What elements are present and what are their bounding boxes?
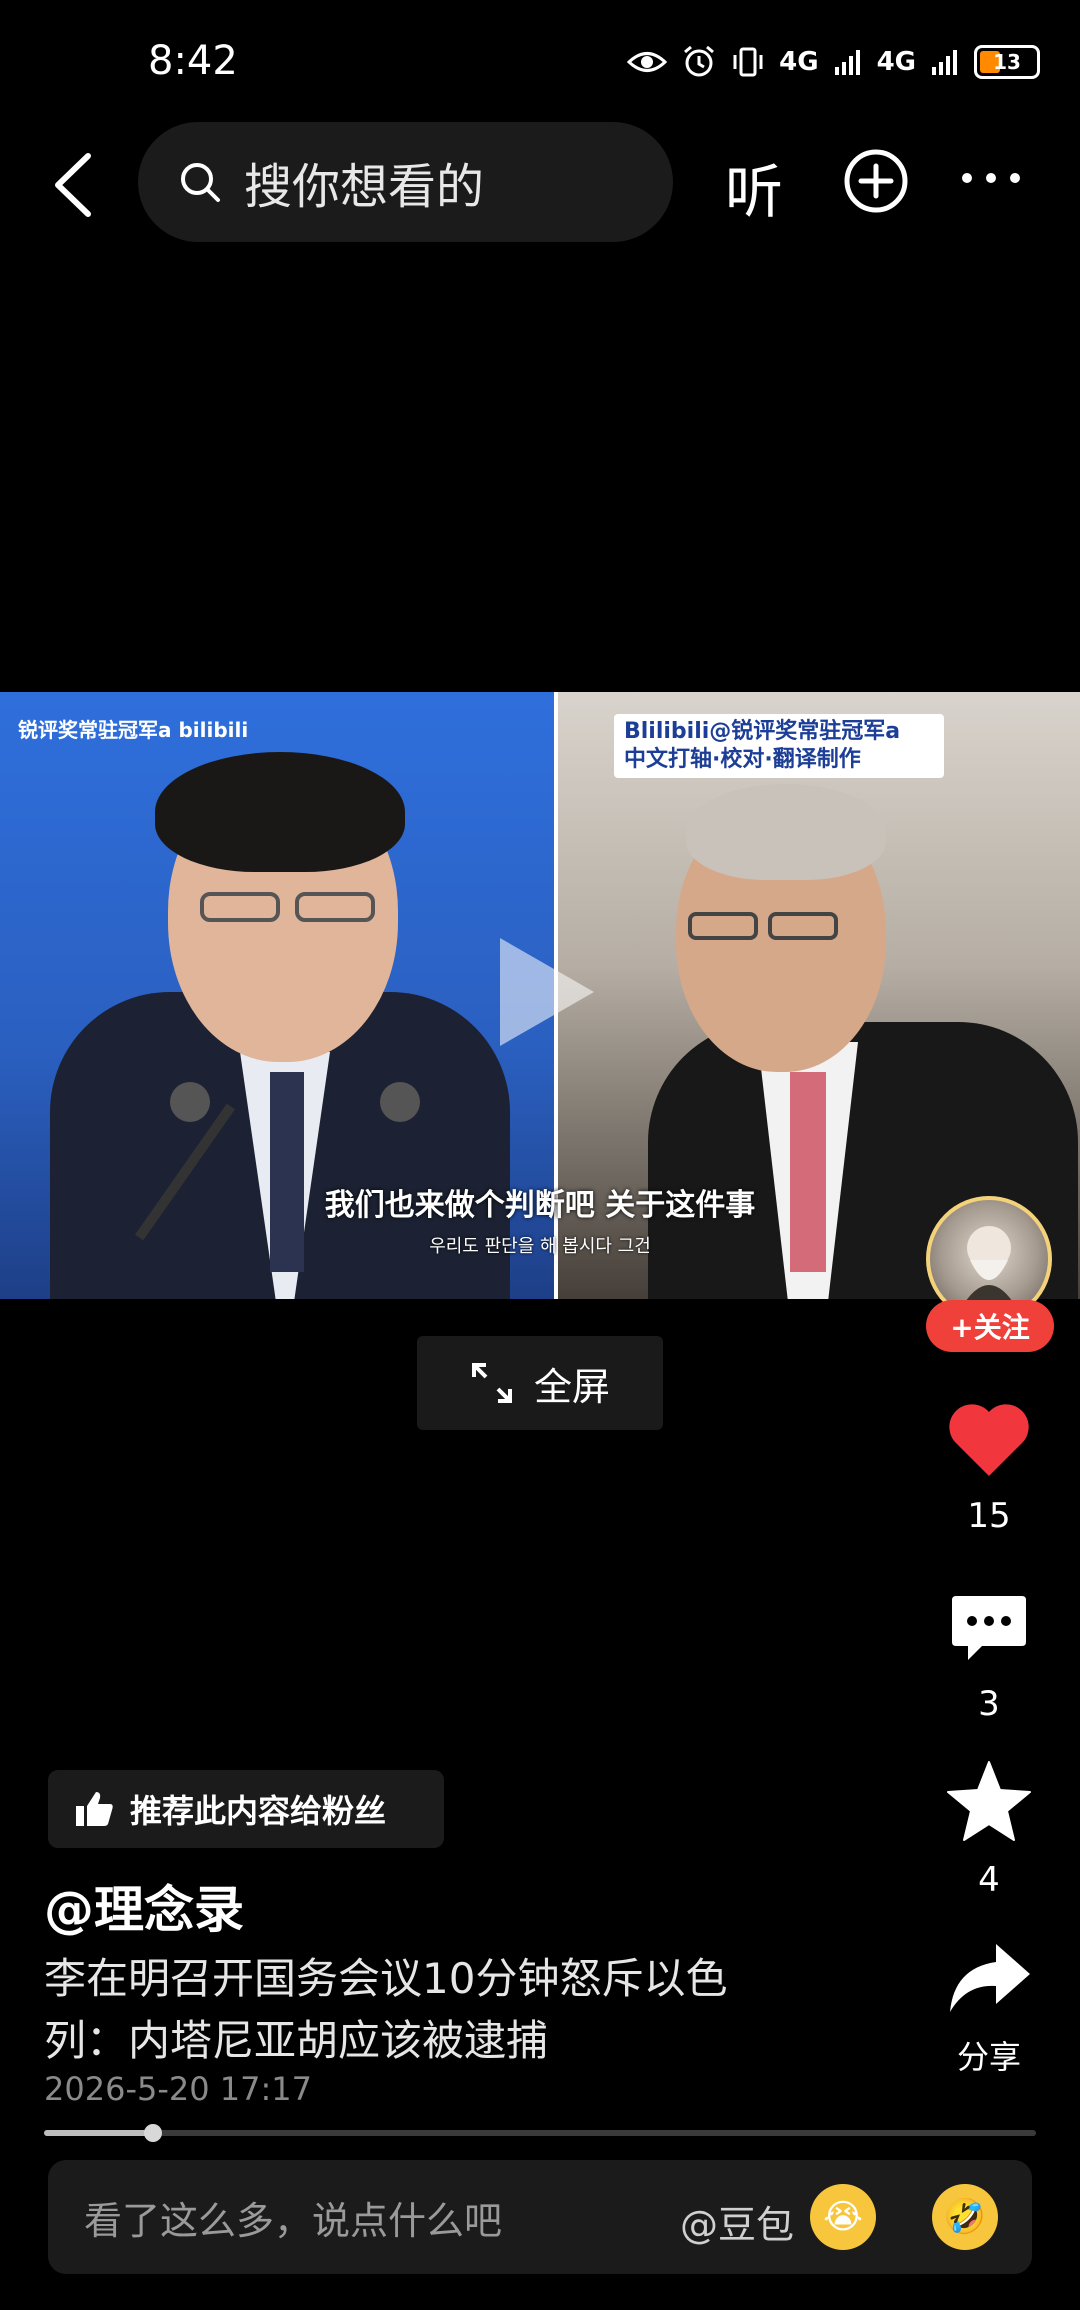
vibrate-icon [733,47,763,77]
share-label: 分享 [956,2038,1021,2076]
share-action[interactable]: 分享 [936,1940,1042,2078]
comment-action[interactable]: 3 [936,1590,1042,1724]
laughing-emoji-icon[interactable]: 🤣 [932,2184,998,2250]
expand-icon [471,1363,512,1403]
play-icon[interactable] [490,932,600,1052]
heart-icon [949,1404,1029,1476]
status-icons: 4G 4G 13 [627,38,1040,86]
video-player[interactable]: 锐评奖常驻冠军a bilibili Blilibili@锐评奖常驻冠军a 中文打… [0,692,1080,1299]
search-bar[interactable]: 搜你想看的 [138,122,673,242]
share-arrow-icon [950,1944,1030,2012]
more-options-icon[interactable] [962,173,1020,183]
watermark-right-line2: 中文打轴·校对·翻译制作 [624,747,861,772]
video-watermark-right: Blilibili@锐评奖常驻冠军a 中文打轴·校对·翻译制作 [614,714,944,778]
crying-emoji-icon[interactable]: 😭 [810,2184,876,2250]
battery-indicator: 13 [974,45,1040,79]
video-progress-bar[interactable] [44,2124,1036,2142]
fullscreen-button[interactable]: 全屏 [417,1336,663,1430]
alarm-icon [684,45,715,77]
eye-icon [627,52,668,72]
progress-handle[interactable] [144,2124,163,2142]
emoji-crying: 😭 [823,2197,863,2237]
video-watermark-left: 锐评奖常驻冠军a bilibili [18,718,249,742]
fullscreen-label: 全屏 [533,1364,610,1409]
mention-doubao-button[interactable]: @豆包 [680,2194,794,2249]
recommend-label: 推荐此内容给粉丝 [130,1792,387,1830]
post-title: 李在明召开国务会议10分钟怒斥以色列：内塔尼亚胡应该被逮捕 [44,1954,728,2065]
favorite-action[interactable]: 4 [936,1760,1042,1900]
thumbs-up-icon [76,1792,113,1826]
comment-count: 3 [978,1684,1000,1724]
like-count: 15 [967,1496,1011,1536]
search-placeholder: 搜你想看的 [244,159,485,215]
signal-bars-icon [834,50,860,75]
back-arrow-icon[interactable] [48,150,96,220]
listen-button[interactable]: 听 [725,145,783,229]
recommend-to-fans-button[interactable]: 推荐此内容给粉丝 [48,1770,444,1848]
subtitle-korean: 우리도 판단을 해 봅시다 그건 [429,1236,651,1257]
like-action[interactable]: 15 [936,1402,1042,1536]
author-name[interactable]: @理念录 [44,1870,244,1942]
follow-button[interactable]: +关注 [926,1300,1054,1352]
comment-bubble-icon [952,1596,1026,1660]
emoji-laughing: 🤣 [943,2197,987,2237]
post-date: 2026-5-20 17:17 [44,2070,312,2108]
signal-4g-label-2: 4G [876,47,916,77]
battery-level: 13 [993,50,1021,74]
comment-placeholder: 看了这么多，说点什么吧 [84,2198,503,2243]
subtitle-chinese: 我们也来做个判断吧 关于这件事 [324,1188,756,1223]
star-icon [947,1761,1031,1841]
comment-input[interactable]: 看了这么多，说点什么吧 @豆包 😭 🤣 [48,2160,1032,2274]
search-icon [181,163,220,202]
favorite-count: 4 [978,1860,1000,1900]
add-circle-icon[interactable] [843,148,909,214]
status-time: 8:42 [148,38,238,84]
signal-4g-label-1: 4G [779,47,819,77]
signal-bars-icon-2 [932,50,957,75]
watermark-right-line1: Blilibili@锐评奖常驻冠军a [624,719,901,744]
progress-fill [44,2130,154,2136]
